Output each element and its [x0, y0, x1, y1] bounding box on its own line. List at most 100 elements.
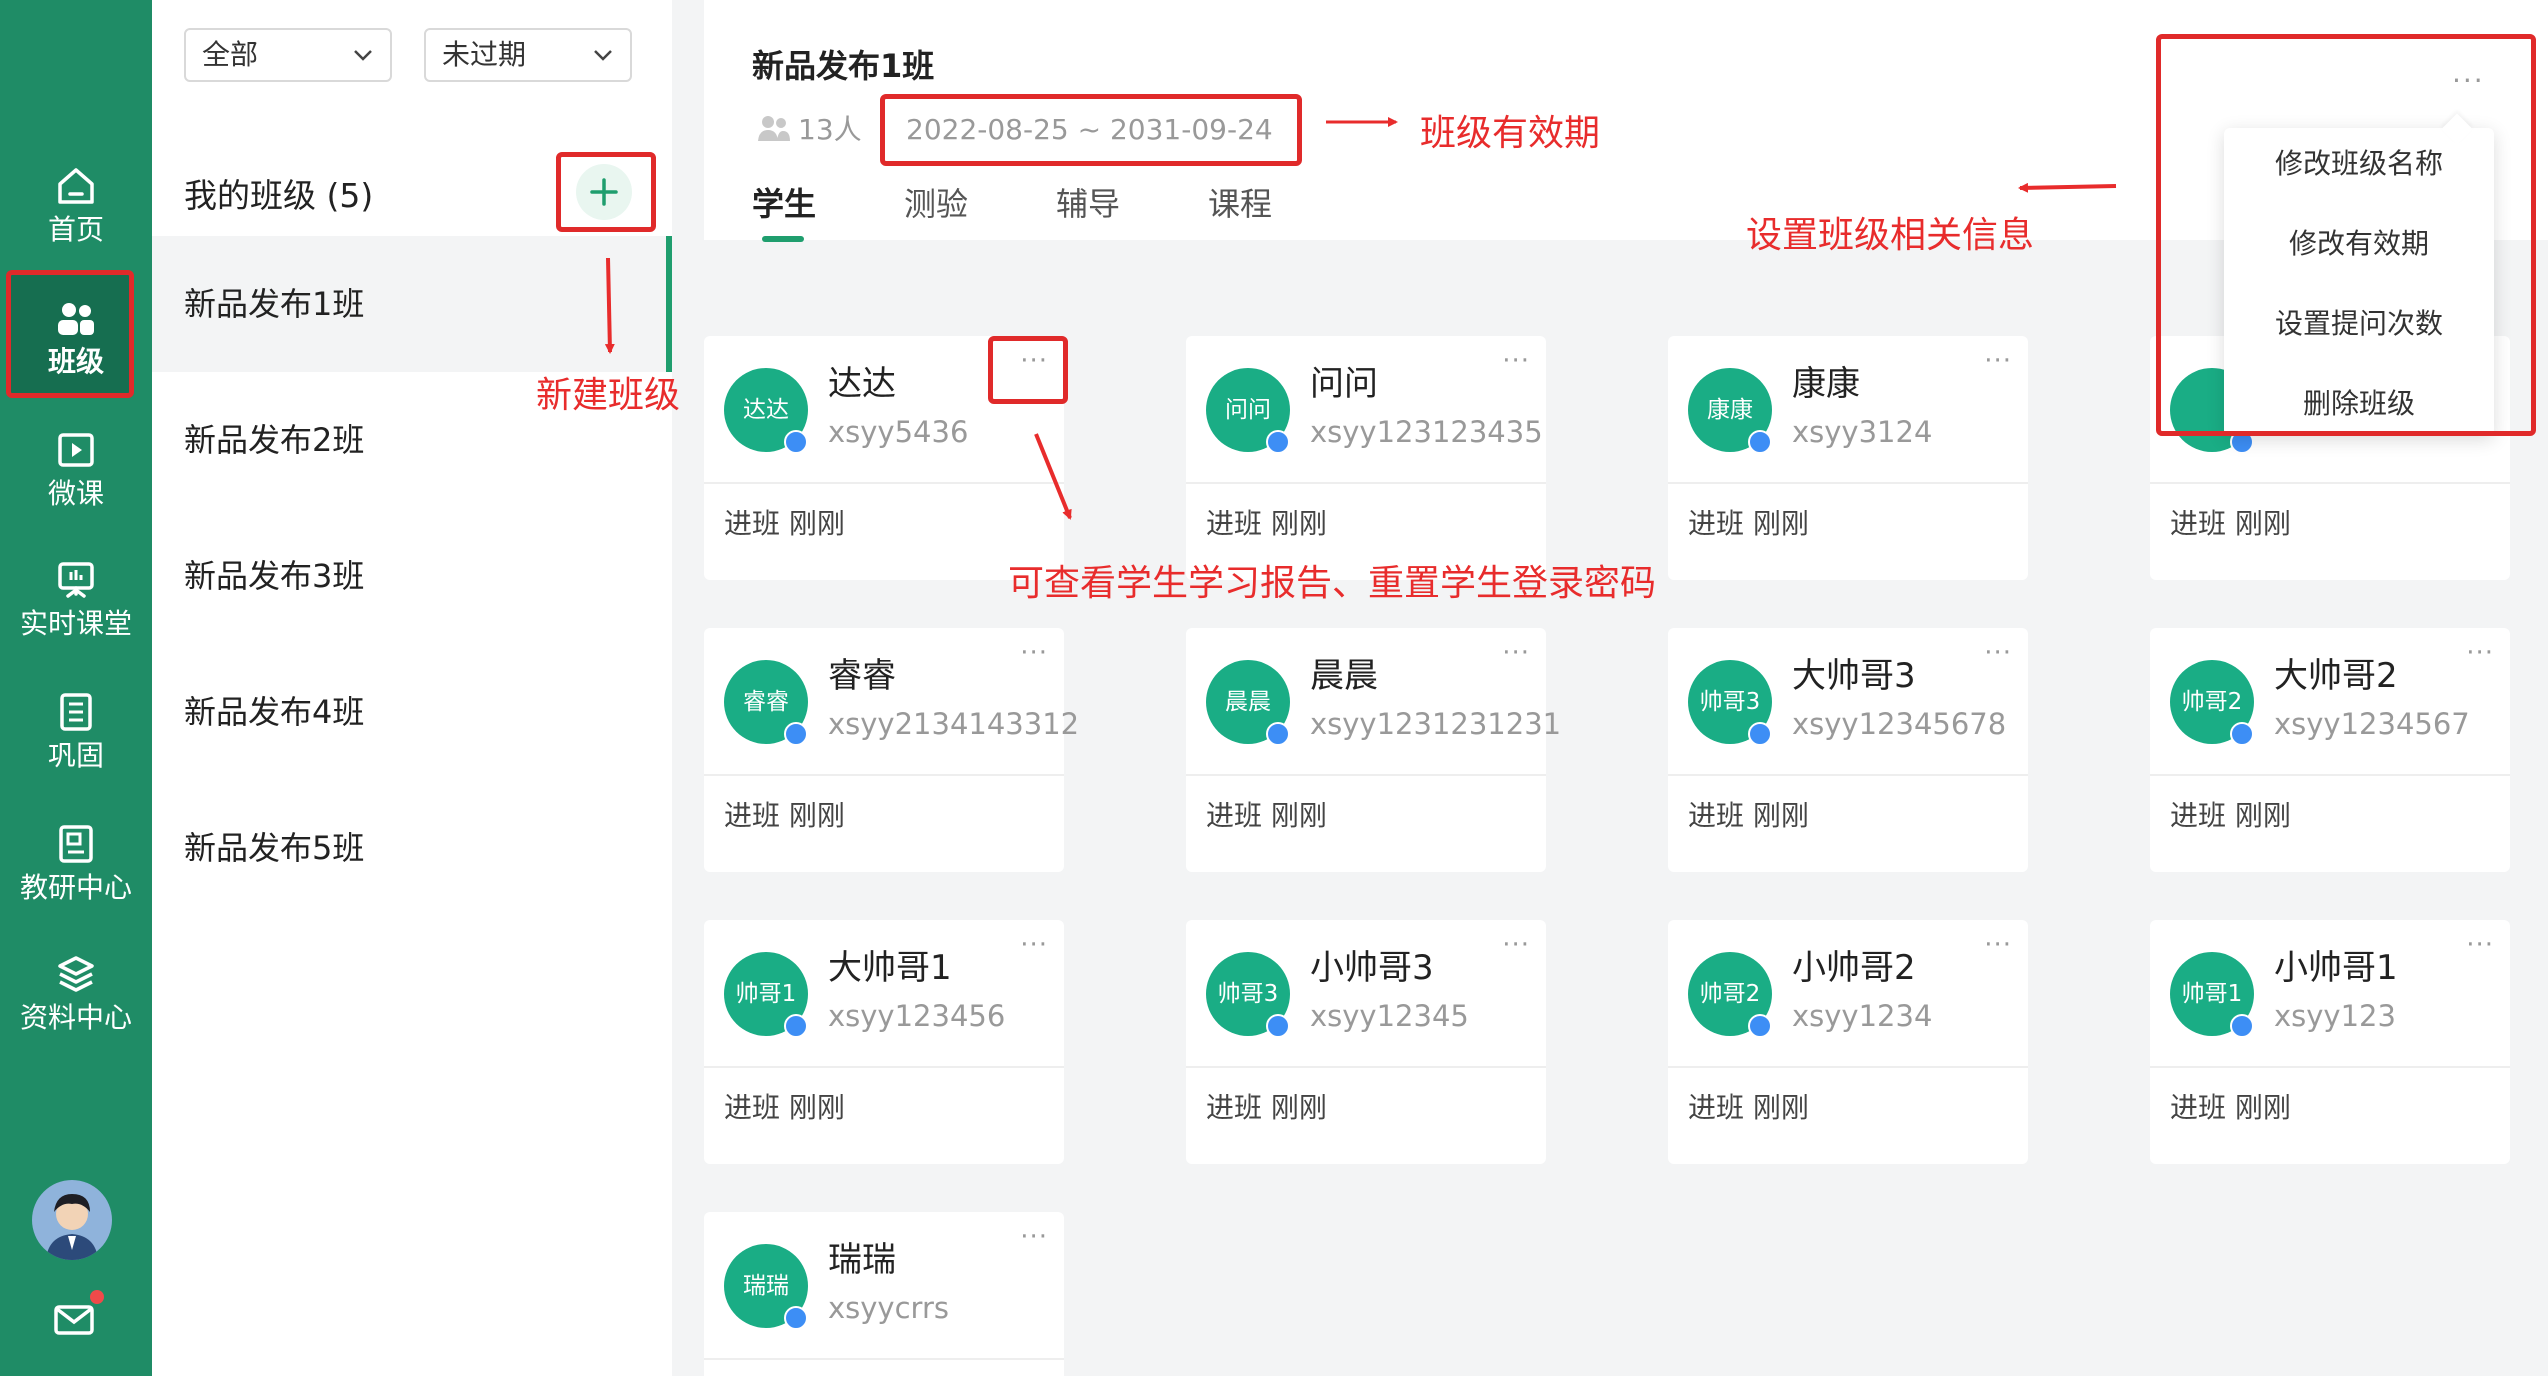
chevron-down-icon: [354, 50, 372, 61]
student-name: 小帅哥2: [1792, 948, 1916, 988]
class-item[interactable]: 新品发布1班: [152, 236, 672, 372]
practice-list-icon: [60, 693, 92, 731]
student-account: xsyy123123435: [1310, 415, 1543, 449]
student-account: xsyy1234567: [2274, 707, 2470, 741]
class-item[interactable]: 新品发布4班: [152, 644, 672, 780]
scope-filter-select[interactable]: 全部: [184, 28, 392, 82]
card-divider: [1186, 774, 1546, 776]
student-more-button[interactable]: ···: [1502, 930, 1530, 960]
student-more-button[interactable]: ···: [1502, 346, 1530, 376]
nav-label-research: 教研中心: [19, 871, 132, 904]
student-card[interactable]: 晨晨 晨晨 xsyy1231231231 ··· 进班 刚刚: [1186, 628, 1561, 872]
student-name: 大帅哥3: [1792, 656, 1916, 696]
student-join-status: 进班 刚刚: [2170, 1091, 2291, 1124]
student-name: 睿睿: [828, 656, 896, 696]
student-card[interactable]: 帅哥2 大帅哥2 xsyy1234567 ··· 进班 刚刚: [2150, 628, 2510, 872]
student-join-status: 进班 刚刚: [1206, 507, 1327, 540]
student-name: 问问: [1310, 364, 1378, 404]
student-more-button[interactable]: ···: [2466, 930, 2494, 960]
card-divider: [2150, 774, 2510, 776]
nav-label-resources: 资料中心: [19, 1001, 132, 1034]
student-more-button[interactable]: ···: [1020, 1222, 1048, 1252]
student-badge-icon: [1748, 1014, 1772, 1038]
student-card[interactable]: 帅哥1 小帅哥1 xsyy123 ··· 进班 刚刚: [2150, 920, 2510, 1164]
nav-item-research[interactable]: 教研中心: [0, 804, 152, 920]
card-divider: [704, 482, 1064, 484]
card-divider: [1668, 482, 2028, 484]
student-more-button[interactable]: ···: [1984, 346, 2012, 376]
annotation-new-class: 新建班级: [536, 375, 681, 416]
nav-item-live-classroom[interactable]: 实时课堂: [0, 540, 152, 656]
card-divider: [1186, 1066, 1546, 1068]
status-filter-value: 未过期: [442, 38, 527, 71]
nav-item-practice[interactable]: 巩固: [0, 672, 152, 788]
annotation-box-menu: [2156, 34, 2536, 436]
student-name: 达达: [828, 364, 896, 404]
student-account: xsyy3124: [1792, 415, 1933, 449]
people-icon: [758, 116, 790, 141]
student-badge-icon: [784, 722, 808, 746]
card-divider: [704, 774, 1064, 776]
annotation-box-validity: [880, 94, 1302, 166]
nav-item-home[interactable]: 首页: [0, 146, 152, 262]
student-badge-icon: [784, 1306, 808, 1330]
student-name: 小帅哥1: [2274, 948, 2398, 988]
tab-course[interactable]: 课程: [1208, 180, 1272, 228]
scope-filter-value: 全部: [202, 38, 259, 71]
student-account: xsyy12345: [1310, 999, 1469, 1033]
status-filter-select[interactable]: 未过期: [424, 28, 632, 82]
student-card[interactable]: 帅哥3 小帅哥3 xsyy12345 ··· 进班 刚刚: [1186, 920, 1546, 1164]
student-card[interactable]: 帅哥1 大帅哥1 xsyy123456 ··· 进班 刚刚: [704, 920, 1064, 1164]
student-account: xsyy2134143312: [828, 707, 1080, 741]
nav-item-microlesson[interactable]: 微课: [0, 410, 152, 526]
student-card[interactable]: 问问 问问 xsyy123123435 ··· 进班 刚刚: [1186, 336, 1546, 580]
mail-icon[interactable]: [52, 1298, 96, 1342]
student-card[interactable]: 帅哥2 小帅哥2 xsyy1234 ··· 进班 刚刚: [1668, 920, 2028, 1164]
student-card[interactable]: 瑞瑞 瑞瑞 xsyycrrs ···: [704, 1212, 1064, 1376]
annotation-validity: 班级有效期: [1420, 113, 1601, 154]
class-item[interactable]: 新品发布3班: [152, 508, 672, 644]
student-name: 小帅哥3: [1310, 948, 1434, 988]
video-lesson-icon: [58, 433, 94, 467]
card-divider: [1668, 1066, 2028, 1068]
student-card[interactable]: 帅哥3 大帅哥3 xsyy12345678 ··· 进班 刚刚: [1668, 628, 2028, 872]
student-name: 康康: [1792, 364, 1860, 404]
nav-label-live-classroom: 实时课堂: [19, 607, 132, 640]
student-badge-icon: [1266, 1014, 1290, 1038]
student-more-button[interactable]: ···: [1020, 930, 1048, 960]
student-badge-icon: [2230, 722, 2254, 746]
tab-tutoring[interactable]: 辅导: [1056, 180, 1120, 228]
class-title: 新品发布1班: [752, 47, 935, 85]
student-more-button[interactable]: ···: [1020, 638, 1048, 668]
live-classroom-icon: [58, 562, 94, 598]
student-badge-icon: [1266, 430, 1290, 454]
class-item[interactable]: 新品发布5班: [152, 780, 672, 916]
student-badge-icon: [1748, 430, 1772, 454]
research-center-icon: [59, 825, 93, 863]
tab-students[interactable]: 学生: [752, 180, 816, 228]
student-join-status: 进班 刚刚: [724, 799, 845, 832]
student-more-button[interactable]: ···: [1984, 638, 2012, 668]
nav-label-class: 班级: [47, 345, 104, 378]
student-more-button[interactable]: ···: [1502, 638, 1530, 668]
nav-item-resources[interactable]: 资料中心: [0, 934, 152, 1050]
student-card[interactable]: 睿睿 睿睿 xsyy2134143312 ··· 进班 刚刚: [704, 628, 1079, 872]
unread-dot: [90, 1290, 104, 1304]
resource-layers-icon: [58, 956, 94, 992]
nav-label-microlesson: 微课: [47, 477, 104, 510]
student-name: 大帅哥2: [2274, 656, 2398, 696]
student-join-status: 进班 刚刚: [1688, 799, 1809, 832]
student-card[interactable]: 康康 康康 xsyy3124 ··· 进班 刚刚: [1668, 336, 2028, 580]
student-more-button[interactable]: ···: [2466, 638, 2494, 668]
tab-quiz[interactable]: 测验: [904, 180, 968, 228]
home-icon: [58, 168, 94, 204]
annotation-card-more: 可查看学生学习报告、重置学生登录密码: [1008, 563, 1657, 604]
chevron-down-icon: [594, 50, 612, 61]
my-classes-title: 我的班级 (5): [184, 176, 374, 215]
teacher-avatar[interactable]: [32, 1180, 112, 1260]
student-join-status: 进班 刚刚: [1688, 1091, 1809, 1124]
card-divider: [2150, 482, 2510, 484]
student-join-status: 进班 刚刚: [2170, 799, 2291, 832]
student-more-button[interactable]: ···: [1984, 930, 2012, 960]
nav-item-class[interactable]: 班级: [0, 278, 152, 394]
